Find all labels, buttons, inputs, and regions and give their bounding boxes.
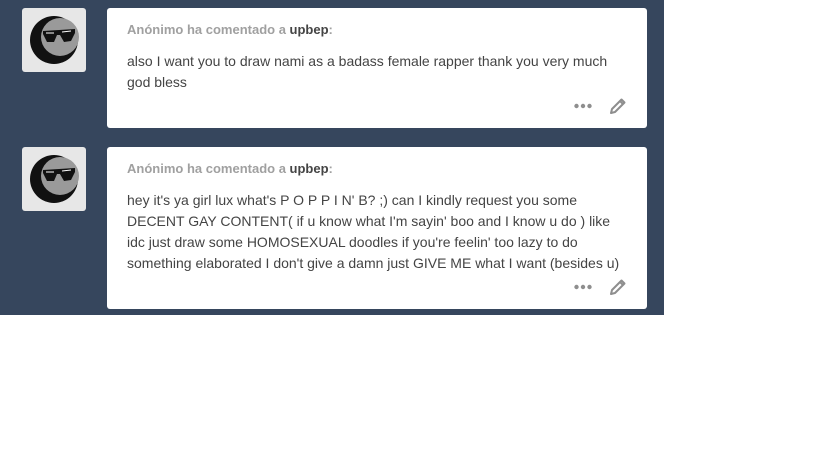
post-controls (574, 278, 627, 296)
ask-card: Anónimo ha comentado a upbep: hey it's y… (107, 147, 647, 309)
ask-question: also I want you to draw nami as a badass… (127, 53, 608, 90)
asker-line: Anónimo ha comentado a upbep: (127, 161, 333, 176)
ask-post: Anónimo ha comentado a upbep: hey it's y… (0, 147, 664, 309)
asker-verb: ha comentado a (186, 161, 286, 176)
asker-name[interactable]: Anónimo (127, 161, 183, 176)
avatar[interactable] (22, 147, 86, 211)
edit-button[interactable] (609, 97, 627, 115)
ask-post: Anónimo ha comentado a upbep: also I wan… (0, 8, 664, 128)
colon: : (328, 22, 333, 37)
dashboard: Anónimo ha comentado a upbep: also I wan… (0, 0, 664, 315)
pencil-icon (610, 279, 626, 295)
pencil-icon (610, 98, 626, 114)
anonymous-sunglasses-icon (30, 16, 79, 64)
asker-line: Anónimo ha comentado a upbep: (127, 22, 333, 37)
edit-button[interactable] (609, 278, 627, 296)
colon: : (328, 161, 333, 176)
ask-card: Anónimo ha comentado a upbep: also I wan… (107, 8, 647, 128)
blog-name[interactable]: upbep (290, 161, 329, 176)
asker-verb: ha comentado a (186, 22, 286, 37)
more-options-button[interactable] (574, 103, 592, 109)
anonymous-sunglasses-icon (30, 155, 79, 203)
ask-question: hey it's ya girl lux what's P O P P I N'… (127, 192, 620, 271)
avatar[interactable] (22, 8, 86, 72)
more-options-button[interactable] (574, 284, 592, 290)
ellipsis-icon (574, 103, 592, 109)
ellipsis-icon (574, 284, 592, 290)
post-controls (574, 97, 627, 115)
asker-name[interactable]: Anónimo (127, 22, 183, 37)
blog-name[interactable]: upbep (290, 22, 329, 37)
